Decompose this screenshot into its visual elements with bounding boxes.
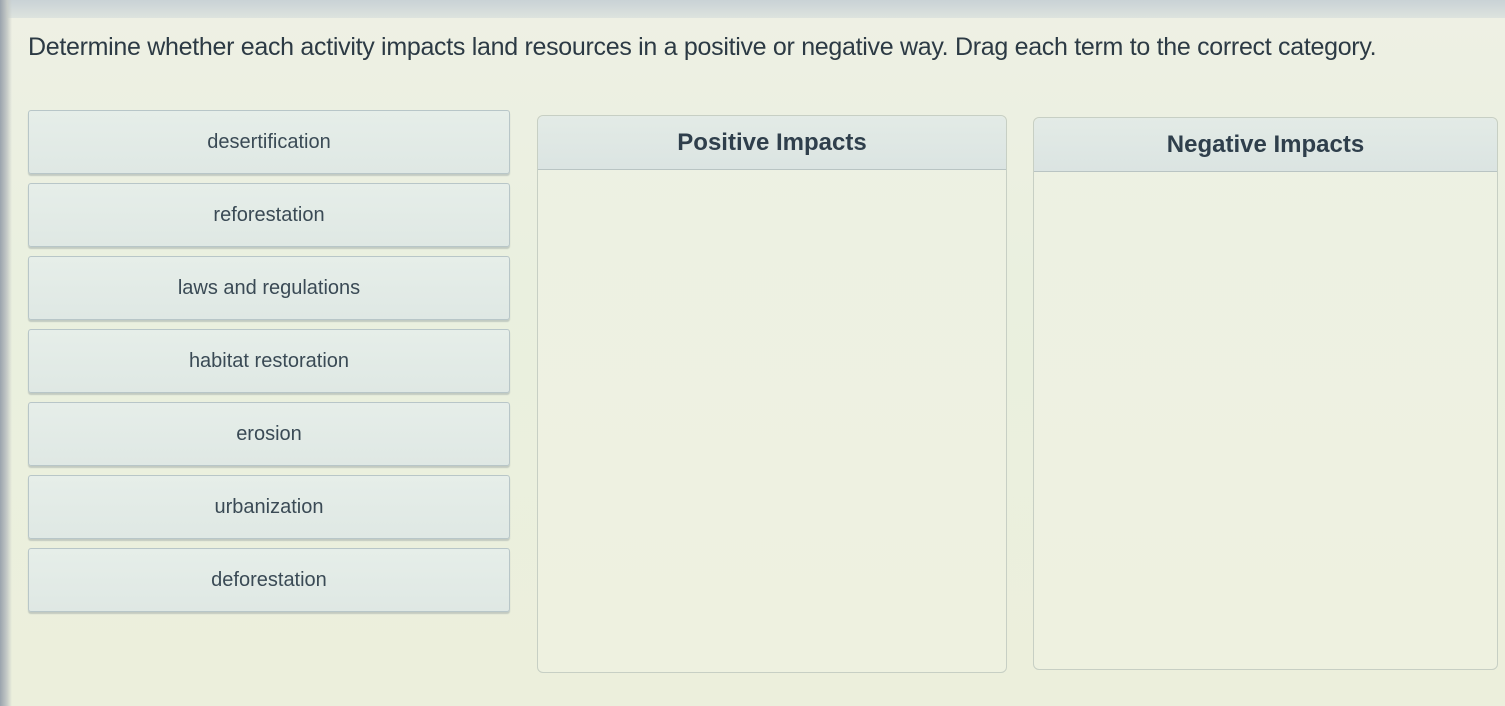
negative-impacts-header: Negative Impacts: [1034, 118, 1497, 172]
draggable-term-urbanization[interactable]: urbanization: [28, 475, 510, 539]
negative-impacts-drop-area[interactable]: [1034, 172, 1497, 669]
positive-impacts-drop-area[interactable]: [538, 170, 1006, 672]
positive-impacts-drop-zone[interactable]: Positive Impacts: [537, 115, 1007, 673]
draggable-term-deforestation[interactable]: deforestation: [28, 548, 510, 612]
draggable-term-erosion[interactable]: erosion: [28, 402, 510, 466]
negative-impacts-drop-zone[interactable]: Negative Impacts: [1033, 117, 1498, 670]
window-top-bar: [0, 0, 1505, 18]
question-instructions: Determine whether each activity impacts …: [28, 33, 1377, 61]
draggable-term-desertification[interactable]: desertification: [28, 110, 510, 174]
window-left-edge: [0, 0, 12, 706]
draggable-term-laws-and-regulations[interactable]: laws and regulations: [28, 256, 510, 320]
draggable-term-habitat-restoration[interactable]: habitat restoration: [28, 329, 510, 393]
draggable-term-reforestation[interactable]: reforestation: [28, 183, 510, 247]
term-bank: desertification reforestation laws and r…: [28, 110, 510, 621]
positive-impacts-header: Positive Impacts: [538, 116, 1006, 170]
